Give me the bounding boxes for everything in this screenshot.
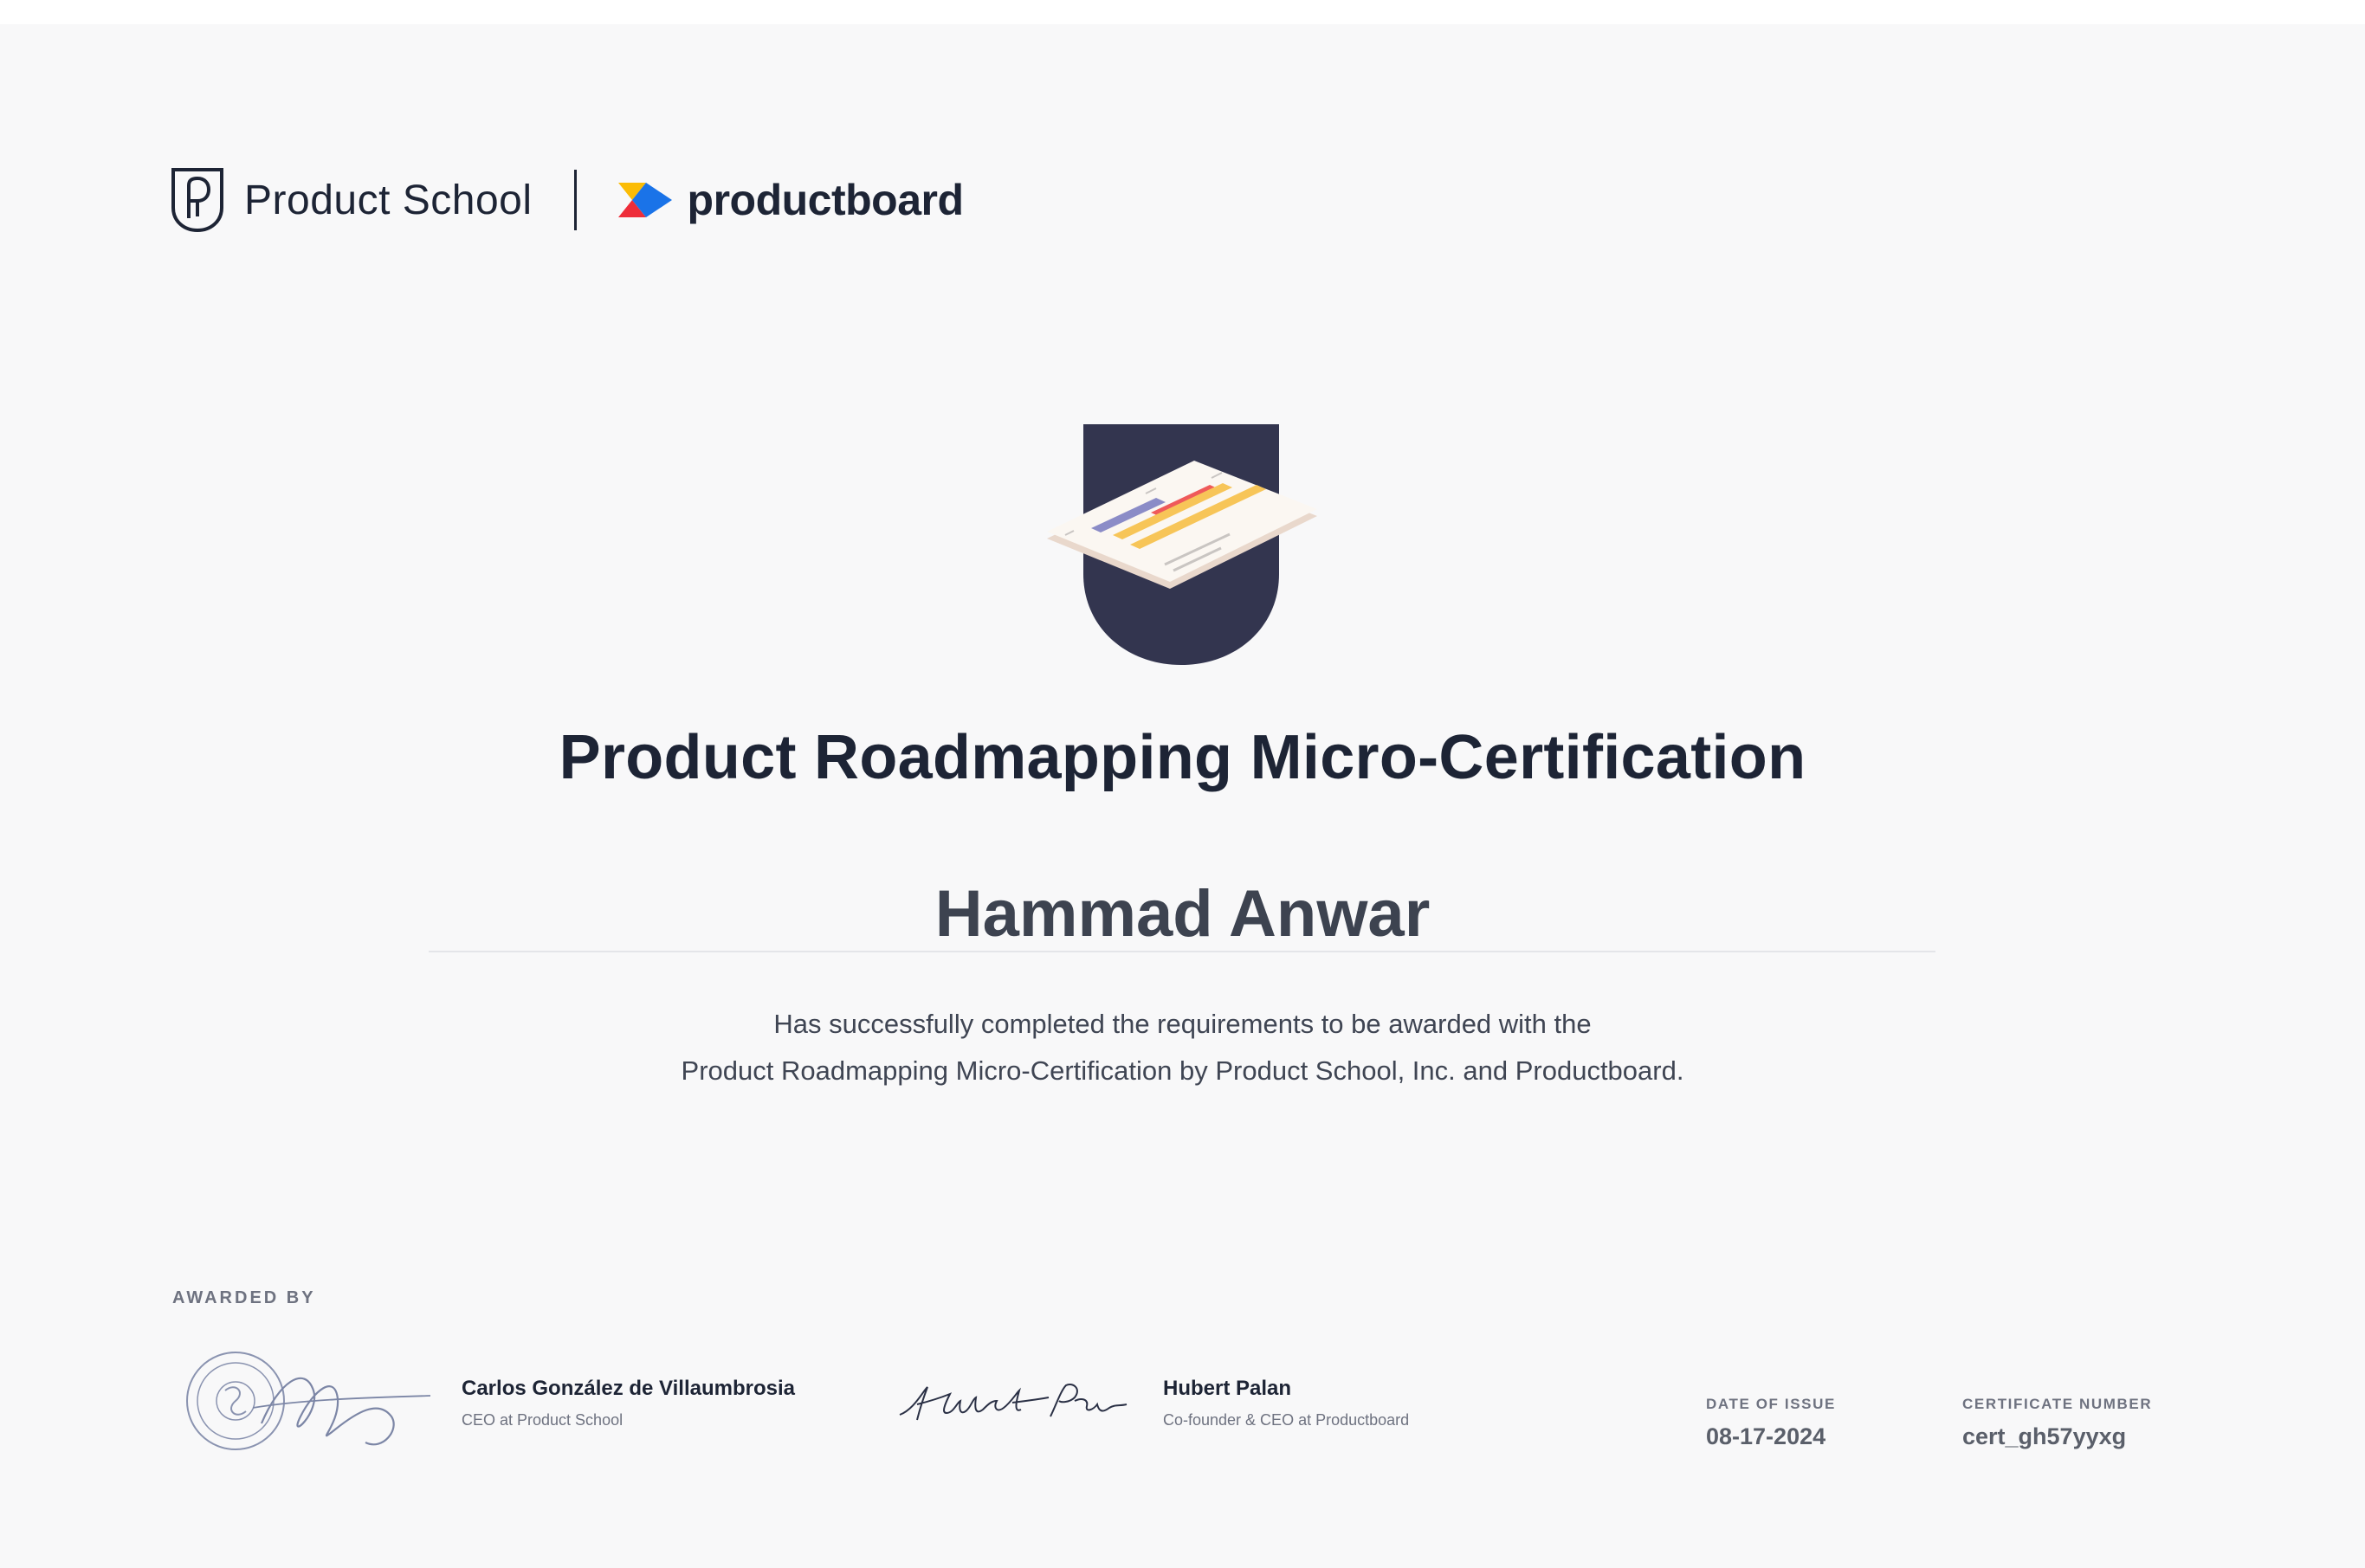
awarded-by-label: AWARDED BY (172, 1288, 316, 1307)
header-logos: Product School productboard (170, 166, 964, 234)
certificate-sheet: Product School productboard Product Road… (0, 24, 2365, 1568)
logo-divider (573, 170, 577, 230)
productboard-mark-icon (617, 183, 672, 217)
signer-role: CEO at Product School (462, 1411, 624, 1429)
roadmap-badge-icon (1047, 424, 1317, 665)
signer-hubert: Hubert Palan Co-founder & CEO at Product… (1163, 1377, 1409, 1429)
certificate-number: CERTIFICATE NUMBER cert_gh57yyxg (1962, 1396, 2152, 1450)
date-of-issue-value: 08-17-2024 (1706, 1423, 1826, 1449)
productboard-wordmark: productboard (687, 176, 964, 224)
productboard-logo: productboard (617, 175, 964, 225)
signature-icon (899, 1384, 1128, 1421)
certificate-number-label: CERTIFICATE NUMBER (1962, 1396, 2153, 1412)
date-of-issue: DATE OF ISSUE 08-17-2024 (1706, 1396, 1836, 1450)
recipient-name: Hammad Anwar (934, 877, 1431, 951)
product-school-logo: Product School (170, 166, 533, 234)
signer-carlos: Carlos González de Villaumbrosia CEO at … (462, 1377, 795, 1429)
signer-role: Co-founder & CEO at Productboard (1163, 1411, 1410, 1429)
statement-line-1: Has successfully completed the requireme… (773, 1009, 1592, 1039)
seal-icon (186, 1352, 431, 1450)
product-school-wordmark: Product School (244, 177, 533, 223)
date-of-issue-label: DATE OF ISSUE (1706, 1396, 1836, 1412)
recipient-underline (429, 951, 1935, 952)
statement-line-2: Product Roadmapping Micro-Certification … (681, 1055, 1684, 1086)
completion-statement: Has successfully completed the requireme… (0, 1001, 2365, 1094)
shield-p-icon (171, 168, 223, 233)
certificate-title: Product Roadmapping Micro-Certification (559, 723, 1806, 792)
signer-name: Carlos González de Villaumbrosia (462, 1377, 796, 1400)
signer-name: Hubert Palan (1163, 1377, 1292, 1400)
roadmap-badge (1044, 414, 1321, 674)
certificate-number-value: cert_gh57yyxg (1962, 1423, 2127, 1449)
